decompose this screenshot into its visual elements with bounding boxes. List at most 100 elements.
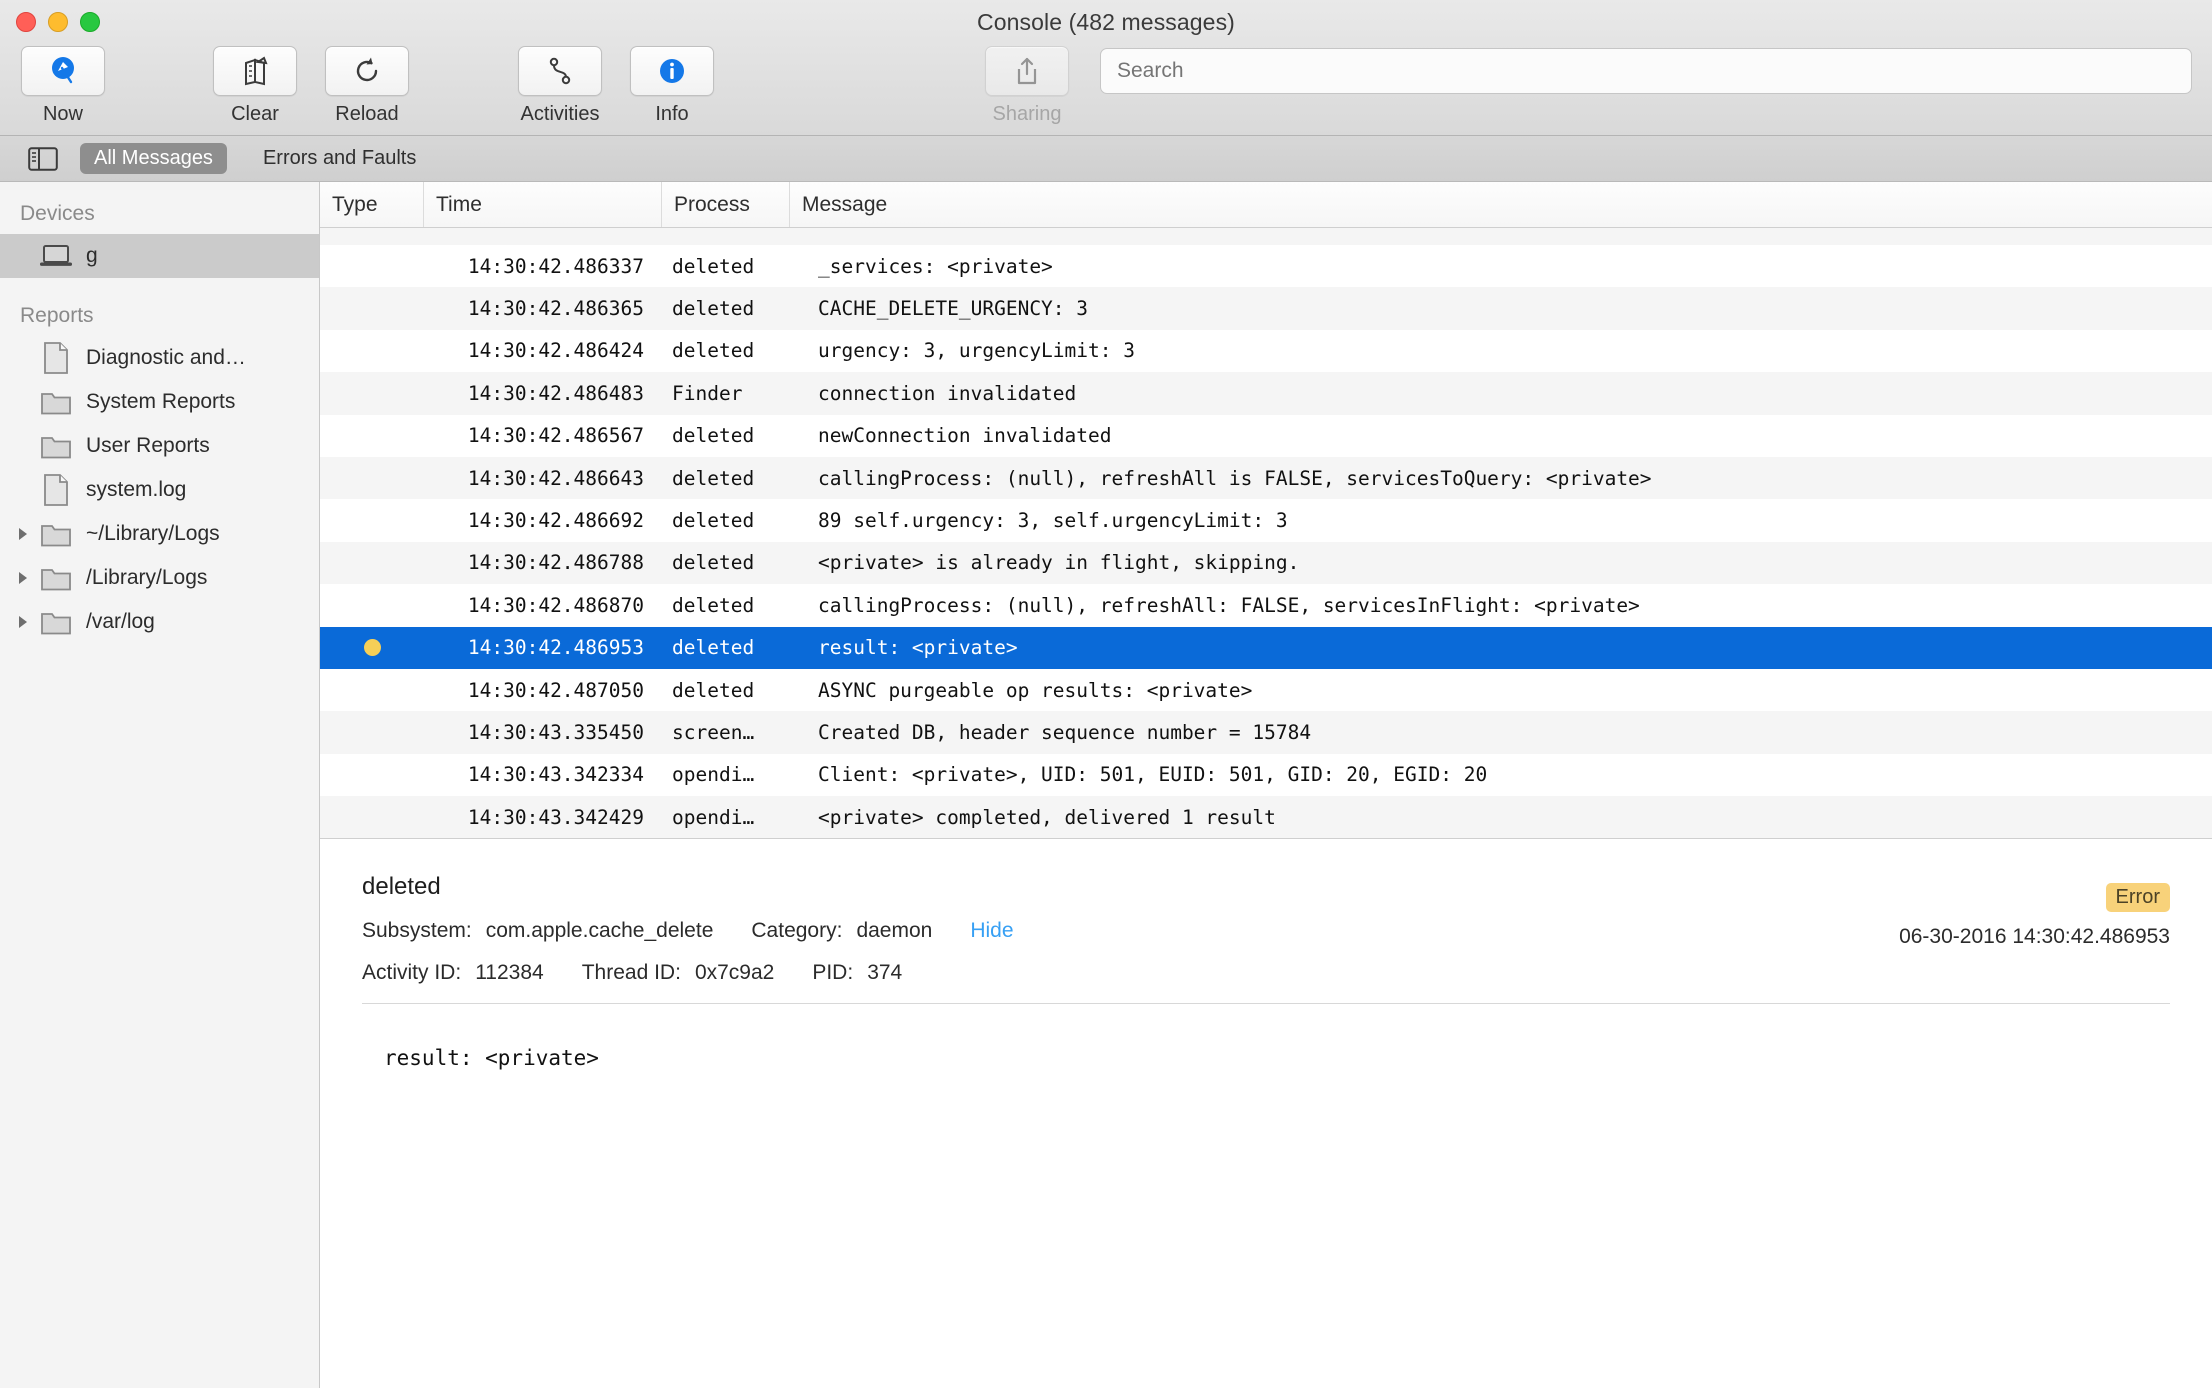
- cell-message: CACHE_DELETE_URGENCY: 3: [818, 297, 1089, 321]
- detail-pane: deleted Subsystem: com.apple.cache_delet…: [320, 838, 2212, 1388]
- cell-time: 14:30:42.486483: [467, 381, 644, 405]
- log-table[interactable]: 14:30:42.486337 deleted _services: <privat…: [320, 228, 2212, 839]
- sidebar-toggle-button[interactable]: [28, 146, 58, 171]
- disclosure-triangle-icon[interactable]: [10, 614, 36, 630]
- table-row[interactable]: 14:30:42.486483 Finder connection invalida…: [320, 372, 2212, 415]
- toolbar-button-activities[interactable]: Activities: [505, 46, 615, 126]
- cell-process: opendi…: [672, 805, 755, 829]
- cell-process: deleted: [672, 509, 755, 533]
- search-input[interactable]: [1100, 48, 2192, 94]
- toolbar-button-reload[interactable]: Reload: [312, 46, 422, 126]
- cell-process: deleted: [672, 593, 755, 617]
- table-row[interactable]: 14:30:42.486953 deleted result: <private>: [320, 626, 2212, 669]
- clear-button[interactable]: [213, 46, 297, 96]
- column-header-process[interactable]: Process: [662, 182, 790, 227]
- table-row[interactable]: 14:30:42.486692 deleted 89 self.urgency: 3…: [320, 499, 2212, 542]
- thread-id-value: 0x7c9a2: [694, 961, 775, 985]
- info-button[interactable]: [630, 46, 714, 96]
- window-body: Devices g Reports Diagnostic and… System…: [0, 182, 2212, 1388]
- table-row[interactable]: 14:30:42.486365 deleted CACHE_DELETE_URGEN…: [320, 287, 2212, 330]
- cell-process: deleted: [672, 339, 755, 363]
- sidebar-item-system-log-label: system.log: [86, 478, 187, 501]
- cell-message: <private> completed, delivered 1 result: [818, 805, 1276, 829]
- cell-time: 14:30:43.335450: [467, 720, 644, 744]
- sidebar-item-user-reports[interactable]: User Reports: [0, 424, 319, 468]
- cell-process: deleted: [672, 551, 755, 575]
- filter-errors-and-faults[interactable]: Errors and Faults: [249, 143, 430, 174]
- sidebar-item-diagnostic-and-usage[interactable]: Diagnostic and…: [0, 336, 319, 380]
- detail-message-body: result: <private>: [384, 1046, 599, 1071]
- reload-button[interactable]: [325, 46, 409, 96]
- detail-title: deleted: [362, 873, 441, 901]
- cell-time: 14:30:42.486365: [467, 297, 644, 321]
- disclosure-triangle-icon[interactable]: [10, 570, 36, 586]
- detail-timestamp: 06-30-2016 14:30:42.486953: [1899, 925, 2170, 949]
- sidebar-item-home-library-logs[interactable]: ~/Library/Logs: [0, 512, 319, 556]
- toolbar-button-now[interactable]: Now: [8, 46, 118, 126]
- cell-message: ASYNC purgeable op results: <private>: [818, 678, 1253, 702]
- toolbar-button-sharing[interactable]: Sharing: [972, 46, 1082, 126]
- cell-time: 14:30:43.342334: [467, 763, 644, 787]
- table-row[interactable]: 14:30:42.486870 deleted callingProcess: (n…: [320, 584, 2212, 627]
- document-icon: [36, 342, 76, 374]
- cell-time: 14:30:42.487050: [467, 678, 644, 702]
- cell-time: 14:30:42.486870: [467, 593, 644, 617]
- table-row[interactable]: 14:30:42.486424 deleted urgency: 3, urgenc…: [320, 329, 2212, 373]
- cell-time: 14:30:42.486953: [467, 636, 644, 660]
- document-icon: [36, 474, 76, 506]
- hide-link[interactable]: Hide: [970, 919, 1013, 943]
- sidebar-item-var-log-label: /var/log: [86, 610, 155, 633]
- column-header-message[interactable]: Message: [790, 182, 2212, 227]
- share-icon: [1017, 57, 1037, 85]
- table-row[interactable]: 14:30:43.342334 opendi… Client: <private>,…: [320, 753, 2212, 797]
- filter-all-messages[interactable]: All Messages: [80, 143, 227, 174]
- cell-message: Client: <private>, UID: 501, EUID: 501, …: [818, 763, 1488, 787]
- table-row[interactable]: 14:30:42.486567 deleted newConnection inva…: [320, 414, 2212, 457]
- disclosure-triangle-icon[interactable]: [10, 526, 36, 542]
- column-header-time[interactable]: Time: [424, 182, 662, 227]
- activity-id-label: Activity ID:: [362, 961, 462, 985]
- sharing-button[interactable]: [985, 46, 1069, 96]
- laptop-icon: [36, 243, 76, 269]
- table-row[interactable]: 14:30:42.486788 deleted <private> is alrea…: [320, 541, 2212, 585]
- column-header-type[interactable]: Type: [320, 182, 424, 227]
- cell-type: [320, 639, 424, 657]
- folder-icon: [36, 432, 76, 460]
- table-row[interactable]: 14:30:43.342429 opendi… <private> complete…: [320, 796, 2212, 839]
- toolbar-button-info[interactable]: Info: [617, 46, 727, 126]
- now-button[interactable]: [21, 46, 105, 96]
- sidebar-item-home-library-logs-label: ~/Library/Logs: [86, 522, 220, 545]
- now-label: Now: [42, 103, 83, 125]
- category-label: Category:: [751, 919, 843, 943]
- cell-message: newConnection invalidated: [818, 424, 1112, 448]
- cell-time: 14:30:42.486788: [467, 551, 644, 575]
- sidebar-item-library-logs[interactable]: /Library/Logs: [0, 556, 319, 600]
- sidebar-item-system-reports[interactable]: System Reports: [0, 380, 319, 424]
- cell-message: _services: <private>: [818, 254, 1053, 278]
- sidebar-item-library-logs-label: /Library/Logs: [86, 566, 208, 589]
- subsystem-label: Subsystem:: [362, 919, 472, 943]
- toolbar: Console (482 messages) Now Clear Reload …: [0, 0, 2212, 136]
- activities-button[interactable]: [518, 46, 602, 96]
- toolbar-button-clear[interactable]: Clear: [200, 46, 310, 126]
- sharing-label: Sharing: [992, 103, 1062, 125]
- sidebar-item-system-log[interactable]: system.log: [0, 468, 319, 512]
- cell-process: deleted: [672, 466, 755, 490]
- table-row[interactable]: 14:30:42.486643 deleted callingProcess: (n…: [320, 456, 2212, 500]
- table-row[interactable]: 14:30:42.487050 deleted ASYNC purgeable op…: [320, 668, 2212, 712]
- activities-icon: [549, 57, 571, 85]
- table-row[interactable]: [320, 228, 2212, 245]
- filter-bar: All Messages Errors and Faults: [0, 136, 2212, 182]
- sidebar-item-var-log[interactable]: /var/log: [0, 600, 319, 644]
- console-window: Console (482 messages) Now Clear Reload …: [0, 0, 2212, 1388]
- cell-time: 14:30:42.486337: [467, 254, 644, 278]
- info-icon: [660, 59, 684, 83]
- table-row[interactable]: 14:30:42.486337 deleted _services: <privat…: [320, 245, 2212, 288]
- error-dot-icon: [363, 639, 381, 657]
- sidebar-item-system-reports-label: System Reports: [86, 390, 236, 413]
- sidebar-item-g[interactable]: g: [0, 234, 319, 278]
- thread-id-label: Thread ID:: [581, 961, 681, 985]
- table-row[interactable]: 14:30:43.335450 screen… Created DB, header…: [320, 711, 2212, 754]
- reload-icon: [356, 57, 378, 82]
- cell-message: callingProcess: (null), refreshAll: FALS…: [818, 593, 1640, 617]
